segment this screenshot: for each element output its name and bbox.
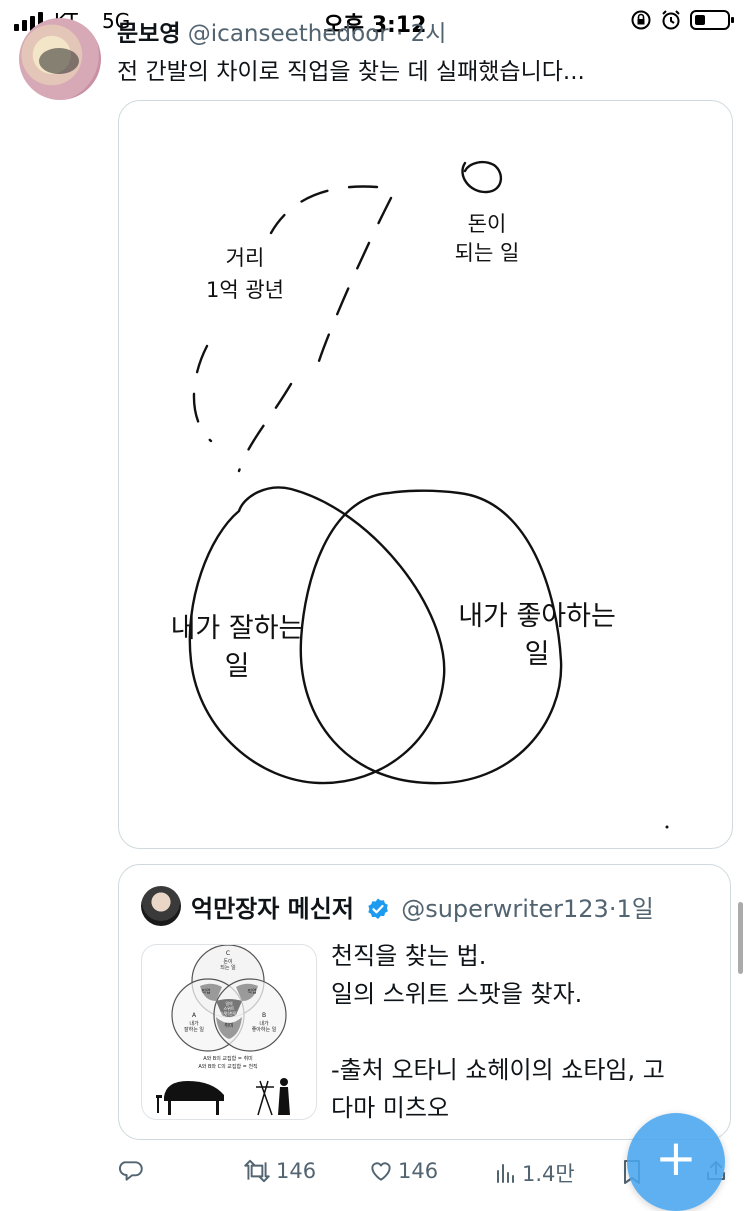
- distance-curve-dashed: [192, 185, 393, 473]
- thumb-job-left: 직업: [201, 988, 210, 995]
- views-count: 1.4만: [522, 1162, 575, 1186]
- right-circle-shape: [299, 489, 563, 785]
- thumb-c-line2: 되는 일: [220, 964, 236, 971]
- author-handle[interactable]: @icanseethedoor: [188, 21, 389, 47]
- quote-timestamp[interactable]: 1일: [616, 895, 653, 923]
- thumb-hobby: 취미: [224, 1022, 233, 1029]
- left-circle-label-line1: 내가 잘하는: [171, 613, 304, 644]
- reply-button[interactable]: [119, 1158, 145, 1184]
- retweet-count: 146: [276, 1159, 317, 1183]
- retweet-icon: [244, 1159, 270, 1183]
- like-count: 146: [398, 1159, 439, 1183]
- tweet-header: 문보영 @icanseethedoor · 2시: [117, 14, 446, 48]
- quote-author-avatar[interactable]: [141, 886, 181, 926]
- quote-thumbnail[interactable]: C 돈이 되는 일 직업 직업 일의 스위트 스팟(천직) 취미 A 내가 잘하…: [141, 944, 317, 1120]
- right-circle-label-line1: 내가 좋아하는: [458, 601, 616, 632]
- header-separator: ·: [396, 21, 404, 47]
- like-button[interactable]: 146: [368, 1158, 438, 1184]
- thumb-a-line1: 내가: [189, 1020, 199, 1027]
- hand-drawn-diagram: 내가 잘하는 일 내가 좋아하는 일 거리 1억 광년 돈이 되는 일: [171, 160, 669, 829]
- right-circle-label-line2: 일: [525, 639, 550, 670]
- quote-header: 억만장자 메신저 @superwriter123·1일: [191, 889, 654, 924]
- quote-author-name[interactable]: 억만장자 메신저: [191, 895, 354, 923]
- author-name[interactable]: 문보영: [117, 21, 180, 47]
- left-circle-label-line2: 일: [225, 651, 250, 682]
- thumb-b-line2: 좋아하는 일: [252, 1026, 277, 1033]
- retweet-button[interactable]: 146: [242, 1158, 316, 1184]
- author-avatar[interactable]: [19, 18, 101, 100]
- thumb-b-letter: B: [262, 1012, 266, 1019]
- quote-text-line: [331, 1013, 665, 1051]
- thumb-footnote-2: A와 B와 C의 교집합 = 천직: [198, 1063, 257, 1070]
- thumb-footnote-1: A와 B의 교집합 = 취미: [203, 1055, 253, 1062]
- scrollbar[interactable]: [738, 902, 743, 974]
- quote-text-line: -출처 오타니 쇼헤이의 쇼타임, 고: [331, 1056, 665, 1084]
- alarm-icon: [660, 9, 682, 36]
- views-button[interactable]: 1.4만: [494, 1158, 575, 1188]
- rotation-lock-icon: [630, 9, 652, 36]
- distance-label-line1: 거리: [226, 246, 265, 270]
- thumb-c-line1: 돈이: [223, 958, 232, 965]
- money-circle-shape: [461, 160, 503, 194]
- verified-badge-icon: [367, 898, 388, 919]
- distance-label-line2: 1억 광년: [206, 278, 284, 302]
- tweet-timestamp[interactable]: 2시: [411, 21, 447, 47]
- tweet-text: 전 간발의 차이로 직업을 찾는 데 실패했습니다...: [117, 59, 585, 85]
- heart-icon: [371, 1162, 391, 1181]
- money-label-line1: 돈이: [468, 212, 507, 236]
- money-label-line2: 되는 일: [455, 241, 520, 265]
- compose-button[interactable]: +: [627, 1113, 725, 1211]
- quote-text: 천직을 찾는 법. 일의 스위트 스팟을 찾자. -출처 오타니 쇼헤이의 쇼타…: [331, 937, 665, 1127]
- thumb-center-line3: 스팟(천직): [220, 1010, 238, 1016]
- thumb-c-letter: C: [226, 950, 230, 957]
- plus-icon: +: [655, 1129, 697, 1187]
- quote-text-line: 일의 스위트 스팟을 찾자.: [331, 980, 583, 1008]
- thumb-b-line1: 내가: [259, 1020, 269, 1027]
- views-icon: [497, 1164, 514, 1183]
- reply-icon: [119, 1161, 143, 1181]
- piano-painter-silhouette: [156, 1078, 290, 1116]
- battery-icon: [690, 10, 734, 30]
- quote-text-line: 천직을 찾는 법.: [331, 942, 487, 970]
- thumb-job-right: 직업: [247, 988, 256, 995]
- thumb-a-line2: 잘하는 일: [184, 1026, 204, 1033]
- tweet-image[interactable]: 내가 잘하는 일 내가 좋아하는 일 거리 1억 광년 돈이 되는 일: [118, 100, 733, 849]
- quote-text-line: 다마 미츠오: [331, 1094, 450, 1122]
- quoted-tweet[interactable]: 억만장자 메신저 @superwriter123·1일 C 돈이 되는 일 직업…: [118, 864, 731, 1140]
- quote-author-handle[interactable]: @superwriter123: [401, 895, 609, 923]
